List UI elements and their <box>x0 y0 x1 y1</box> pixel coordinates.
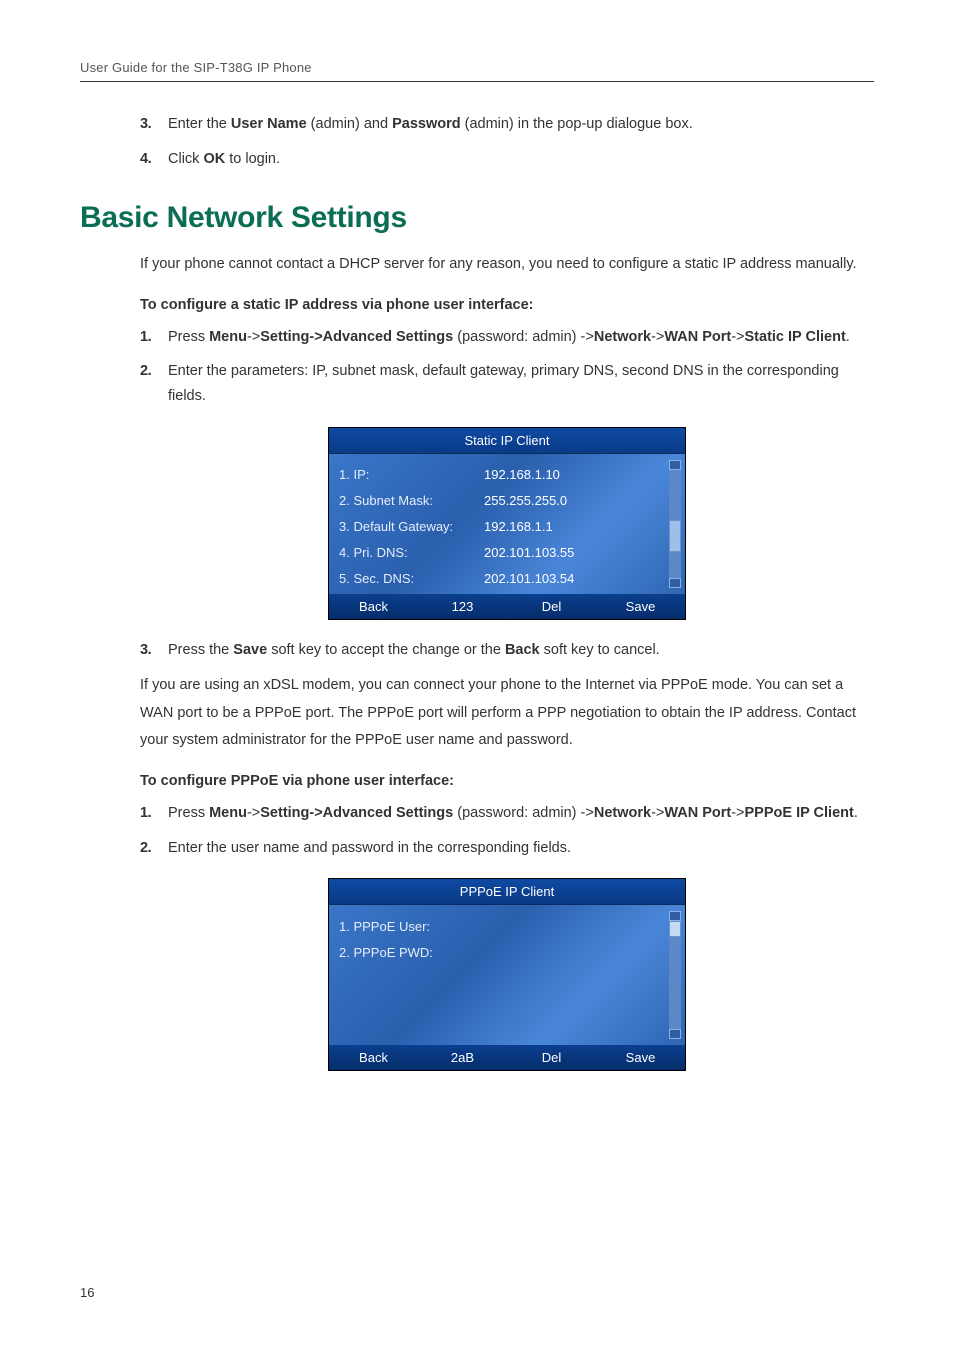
section-heading: Basic Network Settings <box>80 201 874 235</box>
ol-num: 3. <box>140 638 168 663</box>
ol-num: 3. <box>140 112 168 137</box>
text: to login. <box>229 151 280 167</box>
softkey-back[interactable]: Back <box>329 1045 418 1070</box>
phone-row: 3. Default Gateway:192.168.1.1 <box>339 514 665 540</box>
phone-row: 1. PPPoE User: <box>339 913 665 939</box>
row-val: 202.101.103.54 <box>484 571 574 586</box>
phone-title: PPPoE IP Client <box>329 879 685 905</box>
ol-num: 4. <box>140 147 168 172</box>
phone-row: 2. Subnet Mask:255.255.255.0 <box>339 488 665 514</box>
paragraph: If your phone cannot contact a DHCP serv… <box>140 251 874 279</box>
bold: Back <box>505 642 540 658</box>
sub-heading: To configure PPPoE via phone user interf… <box>140 773 874 789</box>
ol-num: 2. <box>140 359 168 408</box>
bold: PPPoE IP Client <box>745 805 854 821</box>
row-val: 202.101.103.55 <box>484 545 574 560</box>
bold: User Name <box>231 116 307 132</box>
softkey-del[interactable]: Del <box>507 594 596 619</box>
ol-num: 1. <box>140 325 168 350</box>
phone-row: 1. IP:192.168.1.10 <box>339 462 665 488</box>
scroll-up-icon[interactable] <box>669 460 681 470</box>
bold: Setting->Advanced Settings <box>260 329 453 345</box>
list-item: 4. Click OK to login. <box>140 147 874 172</box>
scrollbar[interactable] <box>669 460 681 588</box>
list-item: 2. Enter the parameters: IP, subnet mask… <box>140 359 874 408</box>
scroll-down-icon[interactable] <box>669 1029 681 1039</box>
text: . <box>854 805 858 821</box>
row-val: 192.168.1.10 <box>484 467 560 482</box>
text: soft key to cancel. <box>544 642 660 658</box>
scroll-thumb[interactable] <box>669 520 681 552</box>
text: -> <box>731 805 744 821</box>
softkey-mode[interactable]: 123 <box>418 594 507 619</box>
ol-num: 1. <box>140 801 168 826</box>
scroll-down-icon[interactable] <box>669 578 681 588</box>
list-item: 1. Press Menu->Setting->Advanced Setting… <box>140 325 874 350</box>
ol-num: 2. <box>140 836 168 861</box>
phone-row: 4. Pri. DNS:202.101.103.55 <box>339 540 665 566</box>
bold: Static IP Client <box>745 329 846 345</box>
row-label: 5. Sec. DNS: <box>339 571 484 586</box>
bold: Network <box>594 805 651 821</box>
page-title: User Guide for the SIP-T38G IP Phone <box>80 60 874 82</box>
scrollbar[interactable] <box>669 911 681 1039</box>
list-item: 3. Enter the User Name (admin) and Passw… <box>140 112 874 137</box>
row-val: 192.168.1.1 <box>484 519 553 534</box>
text: (admin) and <box>311 116 392 132</box>
row-label: 2. PPPoE PWD: <box>339 945 484 960</box>
text: Press <box>168 329 209 345</box>
page-number: 16 <box>80 1285 94 1300</box>
softkey-save[interactable]: Save <box>596 594 685 619</box>
bold: Menu <box>209 329 247 345</box>
text: Press <box>168 805 209 821</box>
list-item: 2. Enter the user name and password in t… <box>140 836 874 861</box>
row-val: 255.255.255.0 <box>484 493 567 508</box>
bold: Network <box>594 329 651 345</box>
phone-screenshot-pppoe: PPPoE IP Client 1. PPPoE User: 2. PPPoE … <box>328 878 686 1071</box>
scroll-up-icon[interactable] <box>669 911 681 921</box>
text: Click <box>168 151 203 167</box>
phone-row: 2. PPPoE PWD: <box>339 939 665 965</box>
softkey-del[interactable]: Del <box>507 1045 596 1070</box>
row-label: 2. Subnet Mask: <box>339 493 484 508</box>
text: Enter the <box>168 116 231 132</box>
softkey-save[interactable]: Save <box>596 1045 685 1070</box>
text: Enter the user name and password in the … <box>168 836 571 861</box>
row-label: 1. PPPoE User: <box>339 919 484 934</box>
text: -> <box>651 805 664 821</box>
bold: Password <box>392 116 461 132</box>
list-item: 3. Press the Save soft key to accept the… <box>140 638 874 663</box>
phone-title: Static IP Client <box>329 428 685 454</box>
scroll-thumb[interactable] <box>669 921 681 937</box>
text: (admin) in the pop-up dialogue box. <box>465 116 693 132</box>
sub-heading: To configure a static IP address via pho… <box>140 297 874 313</box>
bold: WAN Port <box>664 329 731 345</box>
bold: Menu <box>209 805 247 821</box>
phone-screenshot-static-ip: Static IP Client 1. IP:192.168.1.10 2. S… <box>328 427 686 620</box>
text: -> <box>247 805 260 821</box>
text: -> <box>651 329 664 345</box>
row-label: 1. IP: <box>339 467 484 482</box>
list-item: 1. Press Menu->Setting->Advanced Setting… <box>140 801 874 826</box>
bold: OK <box>203 151 225 167</box>
row-label: 3. Default Gateway: <box>339 519 484 534</box>
text: (password: admin) -> <box>453 805 594 821</box>
softkey-back[interactable]: Back <box>329 594 418 619</box>
text: (password: admin) -> <box>453 329 594 345</box>
bold: Setting->Advanced Settings <box>260 805 453 821</box>
bold: Save <box>233 642 267 658</box>
paragraph: If you are using an xDSL modem, you can … <box>140 672 874 755</box>
bold: WAN Port <box>664 805 731 821</box>
text: Enter the parameters: IP, subnet mask, d… <box>168 359 874 408</box>
text: soft key to accept the change or the <box>271 642 505 658</box>
phone-row: 5. Sec. DNS:202.101.103.54 <box>339 566 665 592</box>
softkey-mode[interactable]: 2aB <box>418 1045 507 1070</box>
text: -> <box>731 329 744 345</box>
text: -> <box>247 329 260 345</box>
text: . <box>846 329 850 345</box>
row-label: 4. Pri. DNS: <box>339 545 484 560</box>
text: Press the <box>168 642 233 658</box>
